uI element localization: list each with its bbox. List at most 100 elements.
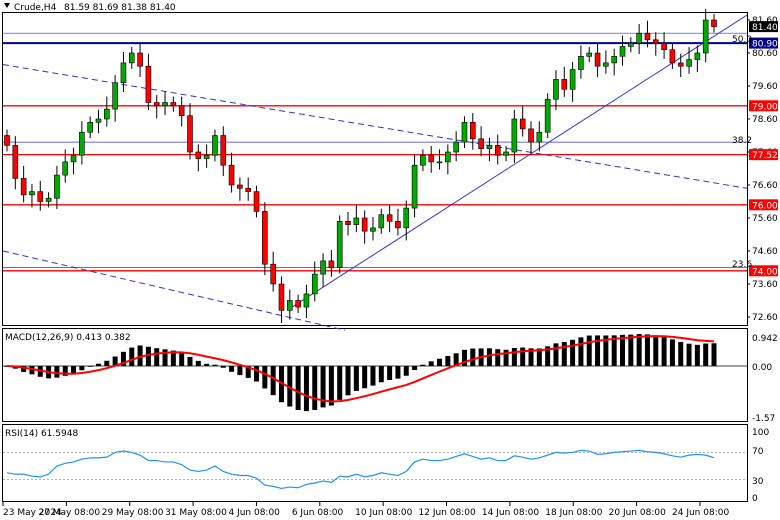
candle-body <box>553 79 559 100</box>
candle-body <box>104 108 110 120</box>
fib-label-50: 50.0 <box>732 35 752 45</box>
candle-body <box>569 69 576 90</box>
candle-body <box>428 155 435 163</box>
macd-histogram-bar <box>578 337 584 366</box>
level-badge: 76.00 <box>752 201 778 211</box>
macd-histogram-bar <box>353 366 359 391</box>
candle-body <box>128 52 135 64</box>
macd-histogram-bar <box>204 363 210 366</box>
price-tick-label: 80.60 <box>752 49 778 59</box>
macd-histogram-bar <box>312 366 318 410</box>
candle-body <box>469 122 476 140</box>
trading-chart[interactable]: Crude,H4 81.59 81.69 81.38 81.40 81.6080… <box>0 0 780 520</box>
candle-body <box>361 217 368 232</box>
time-label: 20 Jun 08:00 <box>609 508 666 518</box>
price-tick-label: 76.60 <box>752 181 778 191</box>
macd-histogram-bar <box>511 347 517 366</box>
candle-body <box>20 178 27 196</box>
macd-histogram-bar <box>561 342 567 366</box>
macd-histogram-bar <box>420 364 426 366</box>
macd-histogram-bar <box>570 339 576 366</box>
rsi-tick-0: 0 <box>752 494 758 504</box>
candle-body <box>311 273 318 295</box>
macd-histogram-bar <box>669 339 675 366</box>
macd-histogram-bar <box>437 358 443 366</box>
macd-histogram-bar <box>212 364 218 366</box>
candle-body <box>461 122 468 143</box>
time-label: 12 Jun 08:00 <box>419 508 476 518</box>
price-tick-label: 73.60 <box>752 280 778 290</box>
time-label: 31 May 08:00 <box>165 508 227 518</box>
macd-histogram-bar <box>403 366 409 376</box>
candle-body <box>228 164 235 186</box>
macd-histogram-bar <box>644 334 650 366</box>
candle-body <box>145 65 152 103</box>
candle-body <box>586 52 593 57</box>
macd-histogram-bar <box>129 347 135 366</box>
candle-body <box>403 207 410 229</box>
macd-histogram-bar <box>154 348 160 366</box>
candle-body <box>112 82 118 110</box>
candle-body <box>669 49 676 64</box>
candle-body <box>611 55 617 64</box>
candle-body <box>245 188 252 192</box>
macd-histogram-bar <box>229 366 235 372</box>
candle-body <box>153 102 160 107</box>
macd-histogram-bar <box>628 334 634 366</box>
macd-tick-top: 0.942 <box>752 334 778 344</box>
candle-body <box>170 102 177 107</box>
time-axis: 23 May 202427 May 08:00 29 May 08:00 31 Ma… <box>2 502 729 518</box>
current-price-badge: 81.40 <box>752 23 778 33</box>
macd-histogram-bar <box>79 366 85 371</box>
candle-body <box>711 19 717 27</box>
macd-histogram-bar <box>653 335 659 366</box>
macd-histogram-bar <box>636 334 642 366</box>
level-badge: 80.90 <box>752 40 778 50</box>
candle-body <box>677 62 684 67</box>
candle-body <box>54 174 60 199</box>
rsi-tick-70: 70 <box>752 447 764 457</box>
level-badge: 79.00 <box>752 102 778 112</box>
macd-histogram-bar <box>470 348 476 366</box>
candle-body <box>195 151 202 159</box>
time-label: 4 Jun 08:00 <box>228 508 280 518</box>
candle-body <box>619 46 626 57</box>
candle-body <box>628 42 634 47</box>
candle-body <box>270 263 276 285</box>
candle-body <box>594 52 601 67</box>
candle-body <box>62 161 69 176</box>
candle-body <box>345 221 351 225</box>
time-label: 24 Jun 08:00 <box>672 508 729 518</box>
macd-histogram-bar <box>95 363 101 366</box>
candle-body <box>45 197 52 202</box>
candle-body <box>95 118 102 123</box>
macd-histogram-bar <box>703 343 709 366</box>
candle-body <box>87 122 93 133</box>
candle-body <box>303 293 310 308</box>
candle-body <box>278 283 285 311</box>
candle-body <box>702 19 709 54</box>
candle-body <box>37 191 44 202</box>
candle-body <box>636 32 642 44</box>
candle-body <box>536 131 543 143</box>
candle-body <box>445 151 451 163</box>
candle-body <box>561 79 568 90</box>
macd-histogram-bar <box>711 343 717 366</box>
candle-body <box>353 217 360 225</box>
time-label: 10 Jun 08:00 <box>355 508 412 518</box>
time-label: 18 Jun 08:00 <box>545 508 602 518</box>
price-axis: 81.6080.6079.6078.6077.6076.6075.6074.60… <box>747 16 778 323</box>
candle-body <box>378 214 385 229</box>
candle-body <box>12 145 19 179</box>
macd-histogram-bar <box>87 366 93 367</box>
candle-body <box>262 211 268 265</box>
macd-histogram-bar <box>586 335 592 366</box>
macd-histogram-bar <box>254 366 260 382</box>
macd-histogram-bar <box>620 334 626 366</box>
macd-tick-zero: 0.00 <box>752 363 772 373</box>
macd-histogram-bar <box>295 366 301 410</box>
triangle-down-icon[interactable] <box>4 3 10 8</box>
rsi-tick-30: 30 <box>752 477 764 487</box>
macd-histogram-bar <box>553 343 559 366</box>
candle-body <box>137 52 143 67</box>
